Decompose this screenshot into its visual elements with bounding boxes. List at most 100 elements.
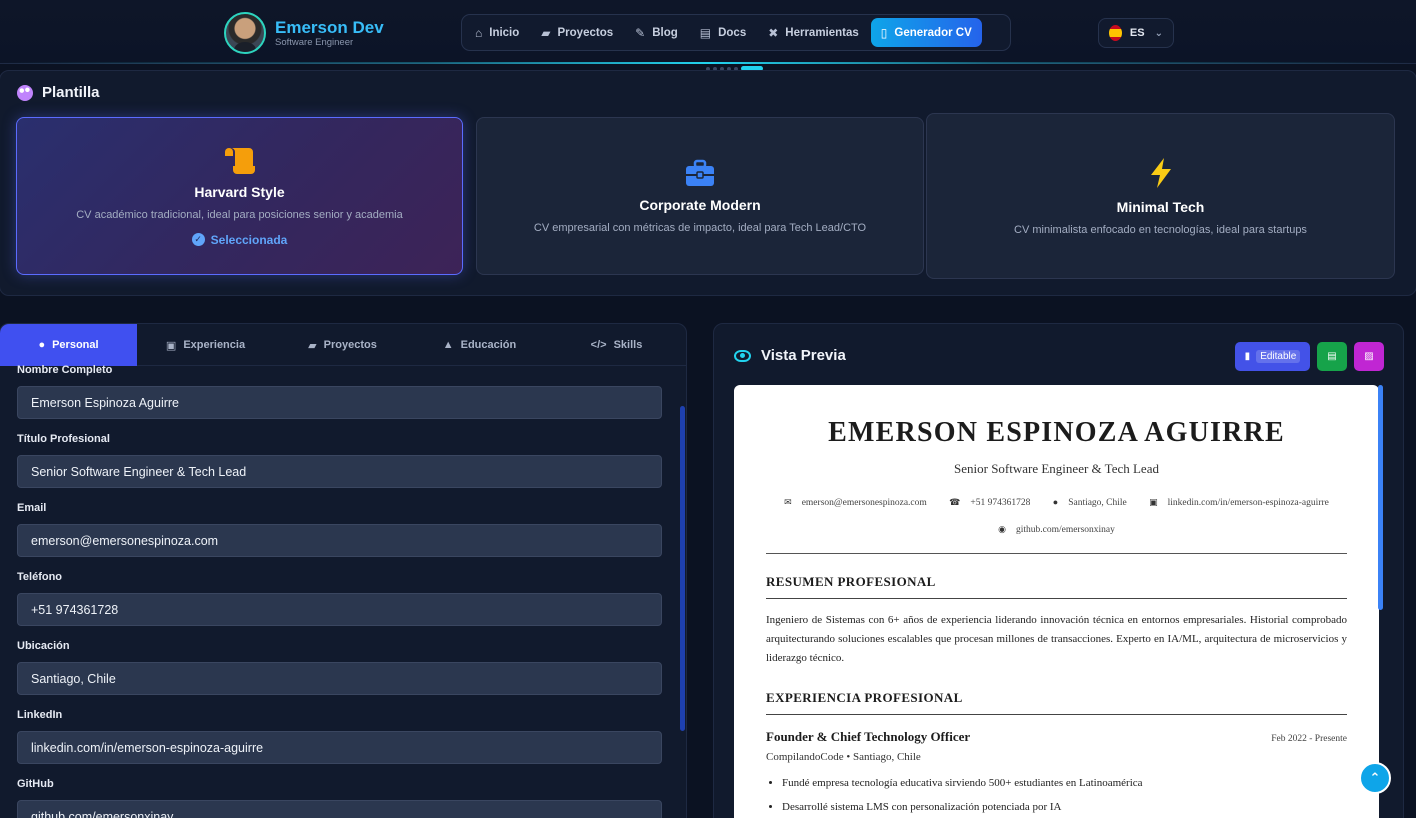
book-icon: ▤ <box>699 25 712 40</box>
field-label: GitHub <box>17 778 54 790</box>
email-input[interactable]: emerson@emersonespinoza.com <box>17 524 662 557</box>
cv-document: EMERSON ESPINOZA AGUIRRE Senior Software… <box>734 385 1379 818</box>
brand[interactable]: Emerson Dev Software Engineer <box>224 12 384 54</box>
chevron-down-icon: ⌄ <box>1154 27 1163 39</box>
preview-title-label: Vista Previa <box>761 347 846 364</box>
language-selector[interactable]: ES ⌄ <box>1098 18 1174 48</box>
user-icon: ● <box>38 339 46 351</box>
nav-item-inicio[interactable]: ⌂ Inicio <box>465 18 529 47</box>
nav-item-label: Blog <box>652 26 678 39</box>
map-pin-icon: ● <box>1052 497 1059 507</box>
navbar-glow-line <box>0 62 1416 64</box>
nav-item-generador-cv[interactable]: ▯ Generador CV <box>870 18 982 47</box>
tools-icon: ✖ <box>768 25 779 40</box>
cv-contact-linkedin: ▣ linkedin.com/in/emerson-espinoza-aguirr… <box>1144 497 1334 508</box>
template-card-corporate[interactable]: Corporate Modern CV empresarial con métr… <box>476 117 924 275</box>
tab-label: Experiencia <box>183 339 246 351</box>
image-icon: ▨ <box>1364 351 1374 362</box>
download-pdf-button[interactable]: ▤ <box>1317 342 1347 371</box>
phone-icon: ☎ <box>949 497 961 507</box>
tab-skills[interactable]: </> Skills <box>548 324 685 366</box>
chevron-up-icon: ⌃ <box>1369 770 1381 785</box>
cv-job-header: Founder & Chief Technology Officer Feb 2… <box>766 729 1347 745</box>
tab-label: Educación <box>460 339 517 351</box>
field-linkedin: LinkedIn linkedin.com/in/emerson-espinoz… <box>17 707 662 776</box>
graduation-cap-icon: ▲ <box>442 339 454 351</box>
field-label: Título Profesional <box>17 433 110 445</box>
download-image-button[interactable]: ▨ <box>1354 342 1384 371</box>
cv-contact-phone: ☎ +51 974361728 <box>944 497 1035 508</box>
envelope-icon: ✉ <box>784 497 792 507</box>
nav-item-blog[interactable]: ✎ Blog <box>625 18 688 47</box>
editable-label: Editable <box>1256 350 1301 363</box>
blog-icon: ✎ <box>635 25 646 40</box>
template-section-title: Plantilla <box>17 84 100 101</box>
form-scrollbar[interactable] <box>680 406 685 731</box>
cv-job-bullet: Desarrollé sistema LMS con personalizaci… <box>782 795 1347 818</box>
main-nav: ⌂ Inicio ▰ Proyectos ✎ Blog ▤ Docs ✖ Her… <box>461 14 1011 51</box>
cv-github-text: github.com/emersonxinay <box>1015 525 1115 535</box>
tab-educacion[interactable]: ▲ Educación <box>411 324 548 366</box>
palette-icon <box>17 84 33 101</box>
download-editable-button[interactable]: ▮ Editable <box>1235 342 1310 371</box>
cv-contact-email: ✉ emerson@emersonespinoza.com <box>779 497 932 508</box>
divider <box>766 553 1347 554</box>
github-icon: ◉ <box>998 524 1006 534</box>
cv-name: EMERSON ESPINOZA AGUIRRE <box>828 417 1285 448</box>
cv-job-bullet: Fundé empresa tecnología educativa sirvi… <box>782 771 1347 795</box>
nav-item-docs[interactable]: ▤ Docs <box>690 18 756 47</box>
linkedin-icon: ▣ <box>1149 497 1158 507</box>
preview-scrollbar[interactable] <box>1378 385 1383 610</box>
cv-linkedin-text: linkedin.com/in/emerson-espinoza-aguirre <box>1167 498 1329 508</box>
pdf-icon: ▤ <box>1327 351 1337 362</box>
brand-subtitle: Software Engineer <box>275 36 354 48</box>
avatar <box>224 12 266 54</box>
template-name: Corporate Modern <box>639 196 761 213</box>
name-input[interactable]: Emerson Espinoza Aguirre <box>17 386 662 419</box>
field-label: Nombre Completo <box>17 364 113 376</box>
location-input[interactable]: Santiago, Chile <box>17 662 662 695</box>
briefcase-icon: ▣ <box>165 339 177 352</box>
cv-email-text: emerson@emersonespinoza.com <box>801 498 927 508</box>
spain-flag-icon <box>1109 25 1122 41</box>
tab-label: Proyectos <box>323 339 377 351</box>
cv-job-title: Founder & Chief Technology Officer <box>766 729 971 744</box>
folder-icon: ▰ <box>541 25 551 40</box>
check-circle-icon: ✓ <box>191 233 205 246</box>
selected-label: Seleccionada <box>210 232 288 247</box>
cv-summary-text: Ingeniero de Sistemas con 6+ años de exp… <box>766 614 1347 664</box>
tab-experiencia[interactable]: ▣ Experiencia <box>137 324 274 366</box>
cv-preview-panel: Vista Previa ▮ Editable ▤ ▨ EMERSON ESPI… <box>713 323 1404 818</box>
field-telefono: Teléfono +51 974361728 <box>17 569 662 638</box>
template-description: CV minimalista enfocado en tecnologías, … <box>1014 223 1307 236</box>
cv-experience-heading: EXPERIENCIA PROFESIONAL <box>766 690 1347 715</box>
nav-item-label: Docs <box>718 26 747 39</box>
preview-title: Vista Previa <box>734 347 846 364</box>
tab-proyectos[interactable]: ▰ Proyectos <box>274 324 411 366</box>
scroll-to-top-button[interactable]: ⌃ <box>1359 762 1391 794</box>
tab-personal[interactable]: ● Personal <box>0 324 137 366</box>
nav-item-herramientas[interactable]: ✖ Herramientas <box>758 18 869 47</box>
template-card-minimal[interactable]: Minimal Tech CV minimalista enfocado en … <box>926 113 1395 279</box>
field-titulo: Título Profesional Senior Software Engin… <box>17 431 662 500</box>
cv-contact-location: ● Santiago, Chile <box>1048 497 1132 508</box>
folder-icon: ▰ <box>308 339 317 352</box>
nav-item-proyectos[interactable]: ▰ Proyectos <box>531 18 623 47</box>
bolt-icon <box>1150 157 1171 188</box>
github-input[interactable]: github.com/emersonxinay <box>17 800 662 818</box>
preview-actions: ▮ Editable ▤ ▨ <box>1235 342 1384 371</box>
template-card-harvard[interactable]: Harvard Style CV académico tradicional, … <box>16 117 463 275</box>
linkedin-input[interactable]: linkedin.com/in/emerson-espinoza-aguirre <box>17 731 662 764</box>
phone-input[interactable]: +51 974361728 <box>17 593 662 626</box>
language-code: ES <box>1129 27 1145 39</box>
template-name: Minimal Tech <box>1116 198 1205 215</box>
form-tabs: ● Personal ▣ Experiencia ▰ Proyectos ▲ E… <box>0 324 686 366</box>
title-input[interactable]: Senior Software Engineer & Tech Lead <box>17 455 662 488</box>
eye-icon <box>734 349 751 362</box>
field-github: GitHub github.com/emersonxinay <box>17 776 662 818</box>
doc-icon: ▮ <box>1244 351 1251 362</box>
template-description: CV empresarial con métricas de impacto, … <box>533 221 867 234</box>
field-label: Teléfono <box>17 571 63 583</box>
top-navbar: Emerson Dev Software Engineer ⌂ Inicio ▰… <box>0 0 1416 64</box>
cv-job-dates: Feb 2022 - Presente <box>1271 734 1347 744</box>
